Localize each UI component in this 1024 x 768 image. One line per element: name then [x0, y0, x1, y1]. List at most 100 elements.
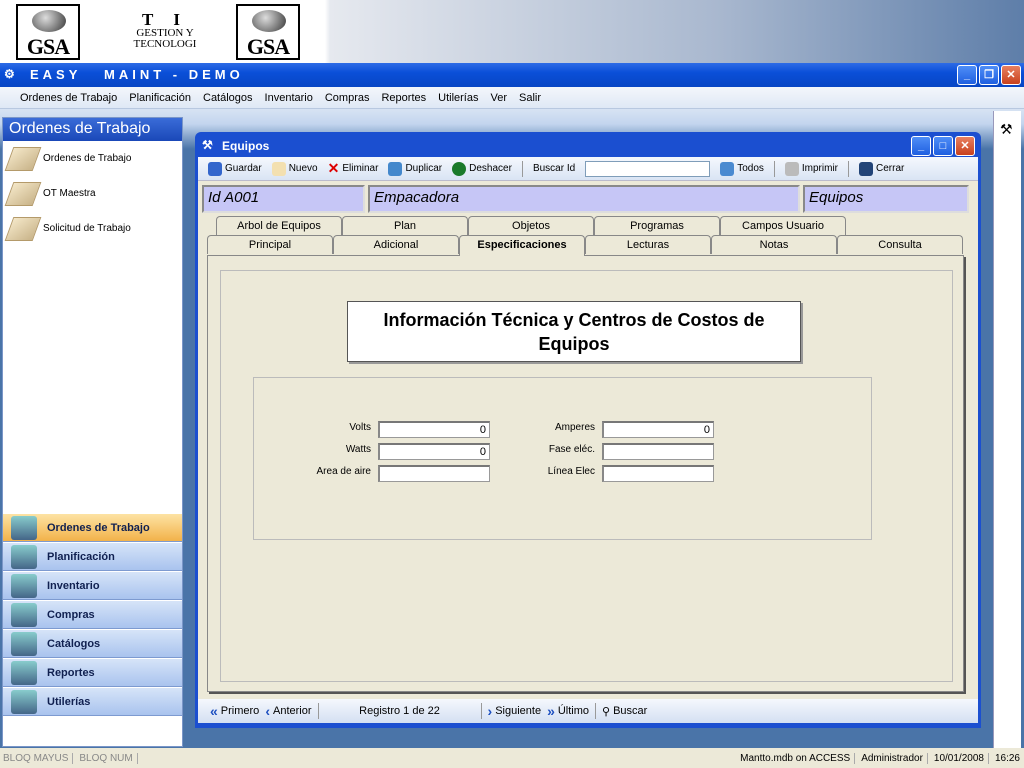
- menu-salir[interactable]: Salir: [513, 92, 547, 104]
- print-button[interactable]: Imprimir: [784, 161, 838, 176]
- menu-ordenes[interactable]: Ordenes de Trabajo: [14, 92, 123, 104]
- app-icon: ⚙: [4, 67, 15, 81]
- area-aire-label: Area de aire: [316, 466, 371, 477]
- left-item-label: OT Maestra: [43, 188, 96, 199]
- tab-especificaciones[interactable]: Especificaciones: [459, 235, 585, 256]
- tab-arbol[interactable]: Arbol de Equipos: [216, 216, 342, 235]
- separator: [595, 703, 597, 719]
- record-toolbar: Guardar Nuevo ✕ Eliminar Duplicar Deshace…: [198, 157, 978, 181]
- nav-compras[interactable]: Compras: [3, 600, 182, 629]
- equipos-titlebar: ⚒ Equipos _ □ ✕: [198, 135, 978, 157]
- specs-group: Volts Watts Area de aire Amperes Fase el…: [253, 377, 872, 540]
- save-button[interactable]: Guardar: [208, 161, 262, 176]
- menu-ver[interactable]: Ver: [484, 92, 513, 104]
- watts-input[interactable]: [378, 443, 490, 460]
- volts-input[interactable]: [378, 421, 490, 438]
- label: Anterior: [272, 705, 312, 717]
- ti-logo: T I GESTION Y TECNOLOGI: [100, 10, 230, 50]
- status-bar: BLOQ MAYUS BLOQ NUM Mantto.mdb on ACCESS…: [0, 748, 1024, 768]
- nav-planificacion[interactable]: Planificación: [3, 542, 182, 571]
- tab-adicional[interactable]: Adicional: [333, 235, 459, 254]
- menu-inventario[interactable]: Inventario: [259, 92, 319, 104]
- search-id-label: Buscar Id: [532, 163, 576, 174]
- menu-reportes[interactable]: Reportes: [375, 92, 432, 104]
- binoculars-icon: ⚲: [602, 705, 611, 718]
- record-type: Equipos: [803, 185, 969, 213]
- ti-text: T I: [142, 10, 188, 29]
- tab-plan[interactable]: Plan: [342, 216, 468, 235]
- menu-utilerias[interactable]: Utilerías: [432, 92, 484, 104]
- undo-icon: [452, 161, 467, 176]
- new-button[interactable]: Nuevo: [271, 161, 318, 176]
- left-item-ordenes[interactable]: Ordenes de Trabajo: [3, 141, 182, 176]
- nav-utilerias[interactable]: Utilerías: [3, 687, 182, 716]
- gsa-logo-2: GSA: [236, 4, 300, 60]
- left-item-label: Ordenes de Trabajo: [43, 153, 132, 164]
- nav-reportes[interactable]: Reportes: [3, 658, 182, 687]
- record-navigation: «Primero ‹ Anterior Registro 1 de 22 › Sig…: [198, 699, 978, 723]
- previous-button[interactable]: ‹ Anterior: [265, 703, 311, 719]
- close-button[interactable]: ✕: [1001, 65, 1021, 85]
- tab-principal[interactable]: Principal: [207, 235, 333, 254]
- chart-icon: [11, 660, 37, 685]
- tab-lecturas[interactable]: Lecturas: [585, 235, 711, 254]
- amperes-input[interactable]: [602, 421, 714, 438]
- left-item-ot-maestra[interactable]: OT Maestra: [3, 176, 182, 211]
- tab-consulta[interactable]: Consulta: [837, 235, 963, 254]
- new-icon: [271, 161, 286, 176]
- double-left-arrow-icon: «: [210, 703, 218, 719]
- duplicate-button[interactable]: Duplicar: [388, 161, 442, 176]
- work-order-icon: [11, 515, 37, 540]
- undo-button[interactable]: Deshacer: [452, 161, 512, 176]
- nav-inventario[interactable]: Inventario: [3, 571, 182, 600]
- label: Eliminar: [342, 163, 379, 174]
- fase-input[interactable]: [602, 443, 714, 460]
- last-button[interactable]: » Último: [547, 703, 589, 719]
- nav-label: Inventario: [47, 579, 100, 592]
- minimize-button[interactable]: _: [911, 136, 931, 156]
- menu-compras[interactable]: Compras: [319, 92, 376, 104]
- window-title: Equipos: [222, 139, 270, 153]
- nav-ordenes[interactable]: Ordenes de Trabajo: [3, 513, 182, 542]
- left-pane: Ordenes de Trabajo Ordenes de Trabajo OT…: [2, 117, 183, 747]
- separator: [521, 160, 523, 177]
- tab-notas[interactable]: Notas: [711, 235, 837, 254]
- first-button[interactable]: «Primero: [210, 703, 259, 719]
- search-id-input[interactable]: [585, 160, 711, 177]
- label: Cerrar: [876, 163, 905, 174]
- equipment-icon[interactable]: ⚒: [1000, 121, 1013, 138]
- menu-planificacion[interactable]: Planificación: [123, 92, 197, 104]
- all-button[interactable]: Todos: [720, 161, 764, 176]
- nav-label: Catálogos: [47, 637, 101, 650]
- tab-panel-especificaciones: Información Técnica y Centros de Costos …: [207, 255, 964, 692]
- tab-objetos[interactable]: Objetos: [468, 216, 594, 235]
- find-button[interactable]: ⚲ Buscar: [602, 705, 647, 718]
- content-frame: Información Técnica y Centros de Costos …: [220, 270, 953, 682]
- linea-input[interactable]: [602, 465, 714, 482]
- label: Buscar: [613, 705, 648, 717]
- close-button[interactable]: ✕: [955, 136, 975, 156]
- tab-programas[interactable]: Programas: [594, 216, 720, 235]
- tab-campos-usuario[interactable]: Campos Usuario: [720, 216, 846, 235]
- menu-catalogos[interactable]: Catálogos: [197, 92, 259, 104]
- book-icon: [11, 631, 37, 656]
- label: Imprimir: [801, 163, 838, 174]
- database-status: Mantto.mdb on ACCESS: [740, 752, 856, 764]
- delete-button[interactable]: ✕ Eliminar: [328, 160, 379, 177]
- menu-bar: Ordenes de Trabajo Planificación Catálog…: [0, 87, 1024, 109]
- area-aire-input[interactable]: [378, 465, 490, 482]
- close-form-button[interactable]: Cerrar: [859, 161, 905, 176]
- label: Deshacer: [469, 163, 512, 174]
- work-order-icon: [4, 146, 42, 171]
- left-pane-header: Ordenes de Trabajo: [3, 118, 182, 141]
- left-item-solicitud[interactable]: Solicitud de Trabajo: [3, 211, 182, 246]
- linea-label: Línea Elec: [547, 466, 595, 477]
- minimize-button[interactable]: _: [957, 65, 977, 85]
- tab-row-2: Principal Adicional Especificaciones Lec…: [207, 235, 963, 256]
- label: Siguiente: [495, 705, 542, 717]
- restore-button[interactable]: ❐: [979, 65, 999, 85]
- maximize-button[interactable]: □: [933, 136, 953, 156]
- next-button[interactable]: › Siguiente: [488, 703, 542, 719]
- nav-catalogos[interactable]: Catálogos: [3, 629, 182, 658]
- label: Guardar: [225, 163, 262, 174]
